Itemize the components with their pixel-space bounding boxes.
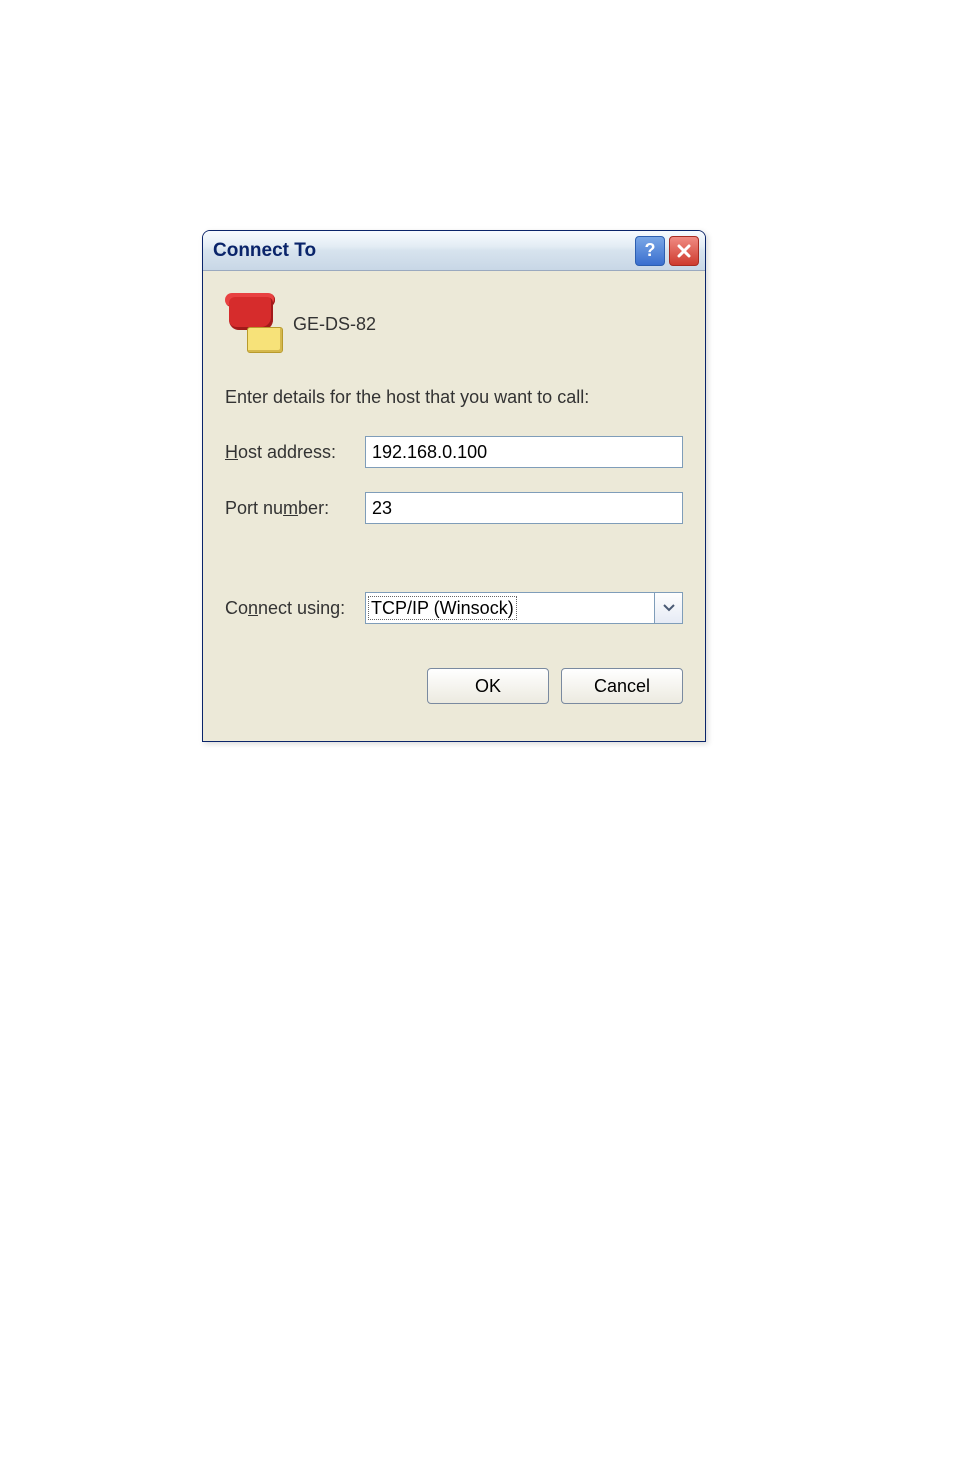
titlebar: Connect To ? (203, 231, 705, 271)
dialog-buttons: OK Cancel (225, 668, 683, 704)
connection-header: GE-DS-82 (225, 289, 683, 359)
connect-to-dialog: Connect To ? GE-DS-82 Enter details for … (202, 230, 706, 742)
help-button[interactable]: ? (635, 236, 665, 266)
port-number-row: Port number: (225, 492, 683, 524)
host-address-label: Host address: (225, 442, 365, 463)
help-icon: ? (645, 240, 656, 261)
connect-using-label: Connect using: (225, 598, 365, 619)
connection-name: GE-DS-82 (293, 314, 376, 335)
close-button[interactable] (669, 236, 699, 266)
host-address-input[interactable] (365, 436, 683, 468)
host-address-row: Host address: (225, 436, 683, 468)
ok-button[interactable]: OK (427, 668, 549, 704)
connect-using-select[interactable]: TCP/IP (Winsock) (365, 592, 683, 624)
port-number-input[interactable] (365, 492, 683, 524)
close-icon (676, 243, 692, 259)
connection-icon (225, 295, 283, 353)
connect-using-dropdown-button[interactable] (655, 592, 683, 624)
dialog-body: GE-DS-82 Enter details for the host that… (203, 271, 705, 724)
instruction-text: Enter details for the host that you want… (225, 387, 683, 408)
titlebar-title: Connect To (213, 240, 631, 262)
connect-using-selected: TCP/IP (Winsock) (368, 596, 517, 620)
cancel-button[interactable]: Cancel (561, 668, 683, 704)
chevron-down-icon (663, 604, 675, 612)
port-number-label: Port number: (225, 498, 365, 519)
connect-using-row: Connect using: TCP/IP (Winsock) (225, 592, 683, 624)
